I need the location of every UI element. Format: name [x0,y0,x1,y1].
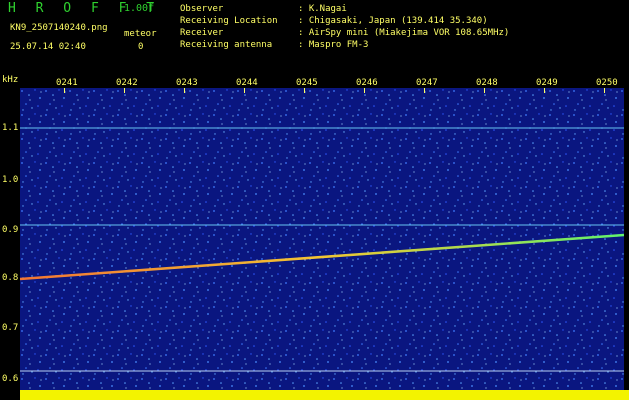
meteor-label: meteor [124,29,157,39]
x-tick-mark [484,88,485,93]
noise-background [20,88,624,390]
x-tick-0243: 0243 [176,78,198,88]
antenna-value: : Maspro FM-3 [298,40,369,50]
x-tick-0246: 0246 [356,78,378,88]
date-time: 25.07.14 02:40 [10,42,86,52]
x-tick-mark [124,88,125,93]
y-tick-1-0: 1.0 [2,175,19,185]
receiver-value: : AirSpy mini (Miakejima VOR 108.65MHz) [298,28,510,38]
location-label: Receiving Location [180,16,278,26]
observer-value: : K.Nagai [298,4,347,14]
x-tick-0249: 0249 [536,78,558,88]
baseline-bar [20,390,629,400]
x-tick-mark [544,88,545,93]
y-tick-0-7: 0.7 [2,323,19,333]
x-tick-0245: 0245 [296,78,318,88]
x-tick-0242: 0242 [116,78,138,88]
header: H R O F F T 1.00f KN9_2507140240.png met… [0,0,629,75]
meteor-count: 0 [138,42,144,52]
x-tick-mark [304,88,305,93]
y-tick-0-9: 0.9 [2,225,19,235]
y-tick-1-1: 1.1 [2,123,19,133]
receiver-label: Receiver [180,28,224,38]
y-tick-0-6: 0.6 [2,374,19,384]
y-unit-label: kHz [2,75,19,85]
x-tick-0247: 0247 [416,78,438,88]
file-name: KN9_2507140240.png [10,23,108,33]
x-tick-0244: 0244 [236,78,258,88]
app-version: 1.00f [124,3,155,14]
x-tick-mark [604,88,605,93]
y-axis: kHz 1.1 1.0 0.9 0.8 0.7 0.6 [0,75,20,400]
x-tick-0250: 0250 [596,78,618,88]
x-tick-mark [64,88,65,93]
x-tick-mark [364,88,365,93]
x-tick-mark [424,88,425,93]
y-tick-0-8: 0.8 [2,273,19,283]
observer-label: Observer [180,4,224,14]
x-tick-mark [244,88,245,93]
x-tick-0248: 0248 [476,78,498,88]
spectrogram-svg [20,88,624,390]
x-tick-mark [184,88,185,93]
spectrogram [20,88,624,390]
location-value: : Chigasaki, Japan (139.414 35.340) [298,16,488,26]
antenna-label: Receiving antenna [180,40,273,50]
x-tick-0241: 0241 [56,78,78,88]
